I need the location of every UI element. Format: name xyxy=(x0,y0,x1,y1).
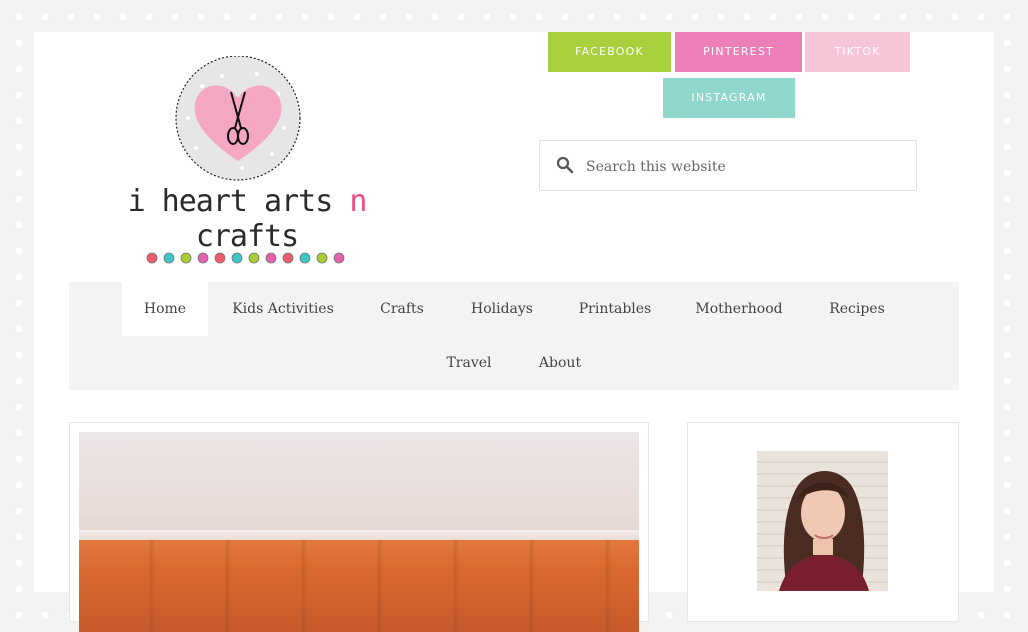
logo-dot xyxy=(333,252,345,264)
site-logo[interactable]: i heart arts n crafts xyxy=(112,56,382,264)
logo-dot xyxy=(163,252,175,264)
nav-item-travel[interactable]: Travel xyxy=(429,336,509,390)
instagram-button[interactable]: INSTAGRAM xyxy=(663,78,795,118)
search-icon[interactable] xyxy=(556,156,574,174)
featured-post xyxy=(69,422,649,632)
author-avatar[interactable] xyxy=(757,451,888,591)
logo-wordmark-part1: i heart arts xyxy=(127,184,350,219)
logo-dot xyxy=(146,252,158,264)
facebook-button[interactable]: FACEBOOK xyxy=(548,32,671,72)
nav-item-home[interactable]: Home xyxy=(122,282,208,336)
logo-dot xyxy=(231,252,243,264)
sidebar-widget xyxy=(687,422,959,622)
logo-dot xyxy=(248,252,260,264)
logo-wordmark-part2: crafts xyxy=(195,219,299,254)
logo-dot xyxy=(299,252,311,264)
pinterest-button[interactable]: PINTEREST xyxy=(675,32,802,72)
image-table-surface xyxy=(79,540,639,632)
nav-item-kids-activities[interactable]: Kids Activities xyxy=(208,282,358,336)
image-table-edge xyxy=(79,530,639,540)
logo-dot xyxy=(316,252,328,264)
logo-dot xyxy=(214,252,226,264)
logo-wordmark-n: n xyxy=(349,184,367,219)
logo-dot xyxy=(265,252,277,264)
nav-item-motherhood[interactable]: Motherhood xyxy=(674,282,804,336)
search-box xyxy=(539,140,917,191)
search-input[interactable] xyxy=(584,151,908,183)
author-photo xyxy=(757,451,888,591)
tiktok-button[interactable]: TIKTOK xyxy=(805,32,910,72)
featured-post-image[interactable] xyxy=(79,432,639,632)
logo-dot-row xyxy=(146,252,345,264)
site-container: i heart arts n crafts FACEBOOK PINTEREST… xyxy=(34,32,994,632)
main-nav: Home Kids Activities Crafts Holidays Pri… xyxy=(69,282,959,390)
nav-item-recipes[interactable]: Recipes xyxy=(807,282,907,336)
nav-item-holidays[interactable]: Holidays xyxy=(449,282,555,336)
logo-wordmark: i heart arts n crafts xyxy=(112,184,382,254)
logo-dot xyxy=(197,252,209,264)
nav-item-about[interactable]: About xyxy=(515,336,605,390)
nav-item-crafts[interactable]: Crafts xyxy=(361,282,443,336)
logo-dot xyxy=(282,252,294,264)
logo-dot xyxy=(180,252,192,264)
nav-item-printables[interactable]: Printables xyxy=(558,282,672,336)
